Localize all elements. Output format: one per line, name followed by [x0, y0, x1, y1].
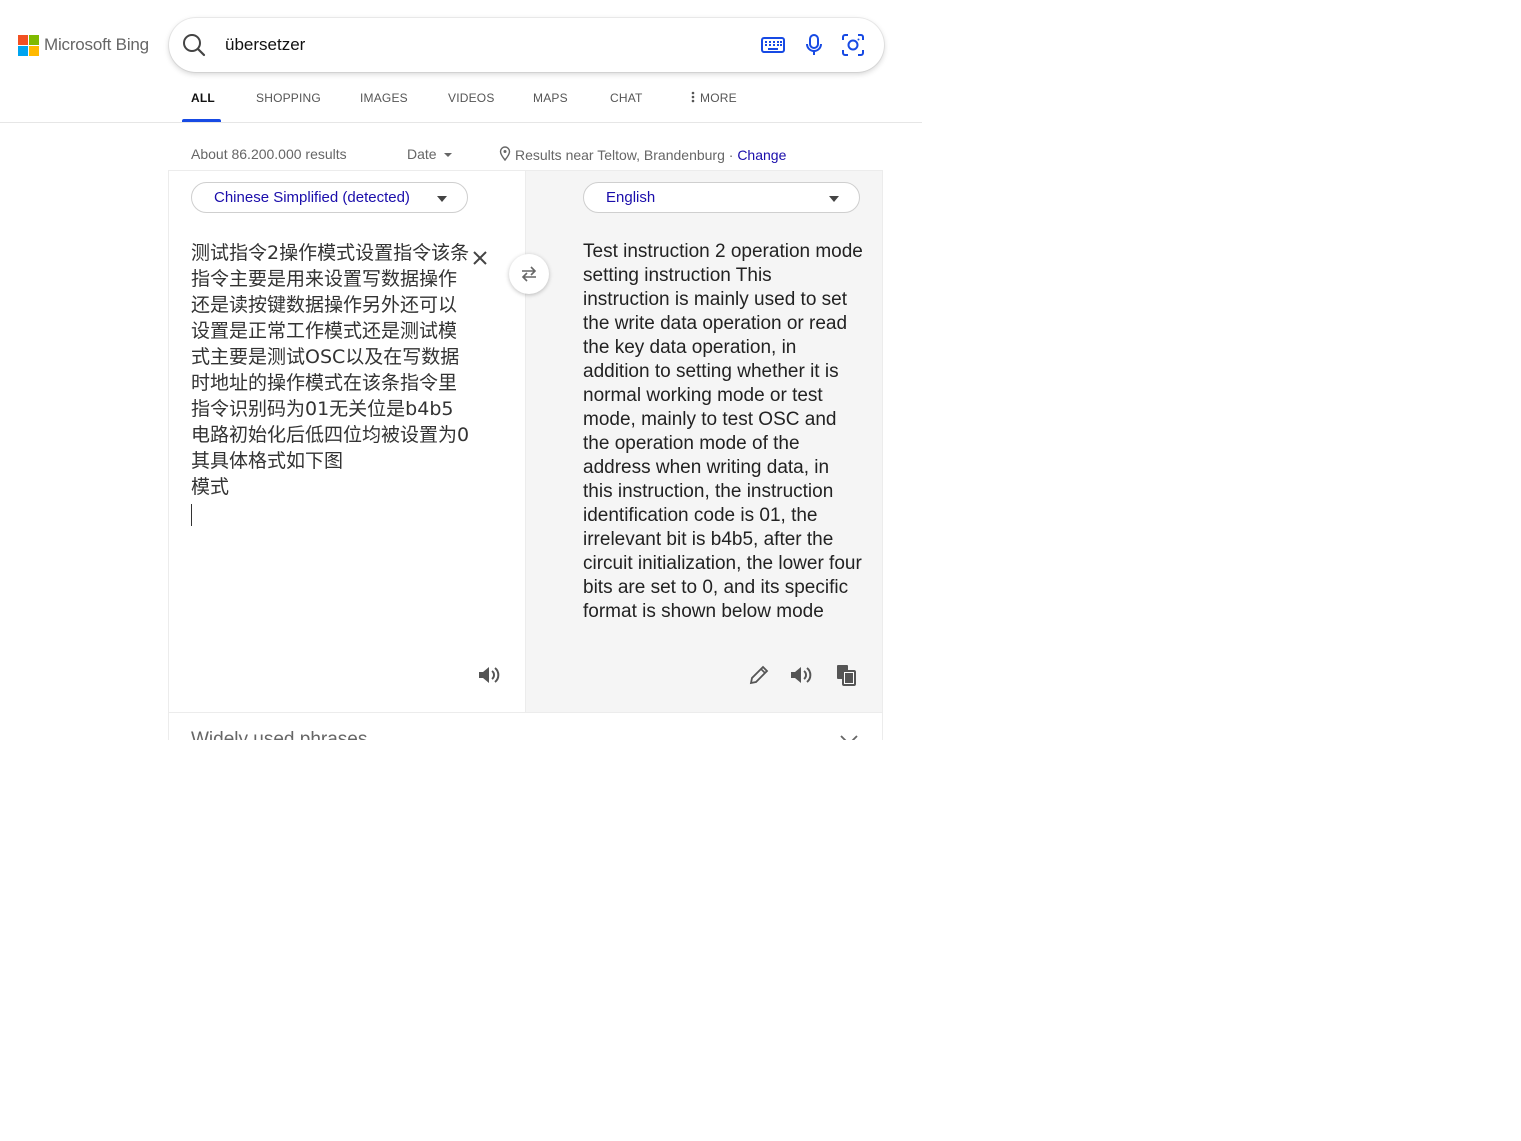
target-language-select[interactable]: English [583, 182, 860, 213]
change-location-link[interactable]: Change [737, 147, 786, 163]
widely-used-phrases[interactable]: Widely used phrases [169, 712, 882, 740]
source-language-select[interactable]: Chinese Simplified (detected) [191, 182, 468, 213]
more-vertical-icon [691, 91, 695, 103]
search-icon[interactable] [181, 32, 207, 58]
search-tabs: ALL SHOPPING IMAGES VIDEOS MAPS CHAT MOR… [0, 76, 922, 123]
target-speaker-button[interactable] [788, 661, 816, 689]
tab-videos[interactable]: VIDEOS [448, 91, 495, 105]
bing-logo[interactable]: Microsoft Bing [18, 34, 149, 56]
dropdown-arrow-icon [829, 196, 839, 202]
visual-search-icon[interactable] [840, 32, 866, 58]
location-pin-icon [499, 146, 511, 162]
brand-name: Microsoft Bing [44, 35, 149, 54]
microphone-icon[interactable] [801, 32, 827, 58]
swap-icon [521, 266, 537, 282]
clear-icon[interactable] [471, 249, 489, 267]
tab-shopping[interactable]: SHOPPING [256, 91, 321, 105]
source-speaker-button[interactable] [476, 661, 504, 689]
copy-button[interactable] [832, 661, 860, 689]
text-cursor [191, 504, 192, 526]
phrases-label: Widely used phrases [191, 729, 368, 740]
source-pane: Chinese Simplified (detected) 测试指令2操作模式设… [169, 171, 526, 712]
location-info: Results near Teltow, Brandenburg · Chang… [499, 146, 786, 163]
source-language-label: Chinese Simplified (detected) [214, 189, 410, 206]
results-count: About 86.200.000 results [191, 146, 347, 162]
tab-all[interactable]: ALL [191, 91, 215, 105]
keyboard-icon[interactable] [760, 32, 786, 58]
edit-button[interactable] [745, 661, 773, 689]
translator-card: Chinese Simplified (detected) 测试指令2操作模式设… [168, 170, 883, 740]
caret-down-icon [443, 153, 452, 158]
location-text: Results near Teltow, Brandenburg · [515, 147, 734, 163]
date-filter[interactable]: Date [407, 146, 452, 162]
search-box [169, 18, 884, 72]
swap-languages-button[interactable] [509, 254, 549, 294]
tab-more[interactable]: MORE [689, 91, 737, 105]
speaker-icon [479, 667, 500, 683]
search-input[interactable] [225, 32, 745, 58]
date-filter-label: Date [407, 146, 437, 162]
tab-more-label: MORE [700, 91, 737, 105]
tab-images[interactable]: IMAGES [360, 91, 408, 105]
dropdown-arrow-icon [437, 196, 447, 202]
tab-chat[interactable]: CHAT [610, 91, 643, 105]
translation-output: Test instruction 2 operation mode settin… [583, 241, 863, 622]
speaker-icon [791, 667, 812, 683]
tab-maps[interactable]: MAPS [533, 91, 568, 105]
pencil-icon [749, 665, 769, 685]
microsoft-logo-icon [18, 34, 39, 56]
source-text-area[interactable]: 测试指令2操作模式设置指令该条指令主要是用来设置写数据操作还是读按键数据操作另外… [191, 240, 471, 500]
target-pane: English Test instruction 2 operation mod… [526, 171, 882, 712]
chevron-down-icon [840, 735, 858, 740]
target-language-label: English [606, 189, 656, 206]
active-tab-indicator [182, 119, 221, 122]
copy-icon [837, 665, 856, 686]
